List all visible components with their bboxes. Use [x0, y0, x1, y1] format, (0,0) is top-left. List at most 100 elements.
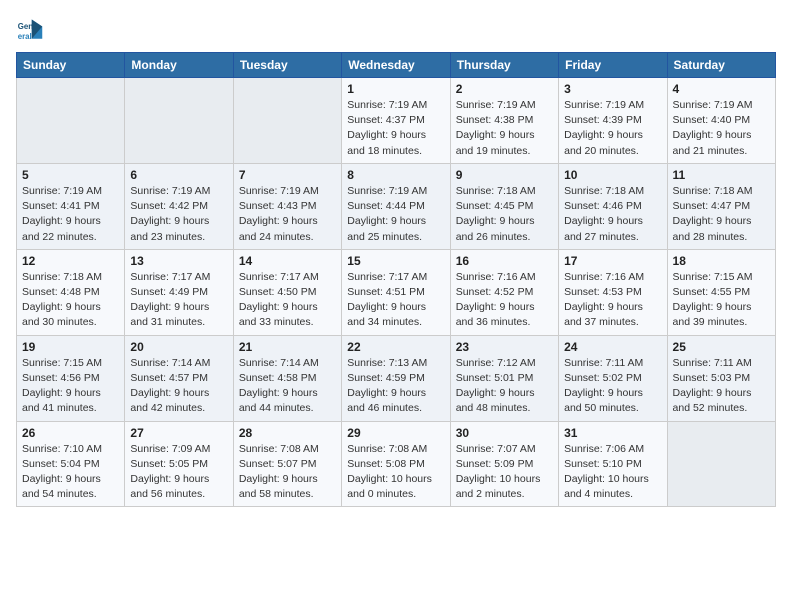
cell-info-text: Sunrise: 7:14 AMSunset: 4:58 PMDaylight:… [239, 356, 336, 417]
day-number: 7 [239, 168, 336, 182]
day-number: 4 [673, 82, 770, 96]
cell-info-text: Sunrise: 7:18 AMSunset: 4:46 PMDaylight:… [564, 184, 661, 245]
calendar-cell: 5 Sunrise: 7:19 AMSunset: 4:41 PMDaylight… [17, 163, 125, 249]
calendar-cell: 7Sunrise: 7:19 AMSunset: 4:43 PMDaylight… [233, 163, 341, 249]
calendar-cell: 6 Sunrise: 7:19 AMSunset: 4:42 PMDaylight… [125, 163, 233, 249]
day-number: 31 [564, 426, 661, 440]
calendar-cell [233, 78, 341, 164]
col-header-thursday: Thursday [450, 53, 558, 78]
cell-info-text: Sunrise: 7:14 AMSunset: 4:57 PMDaylight:… [130, 356, 227, 417]
cell-info-text: Sunrise: 7:17 AMSunset: 4:50 PMDaylight:… [239, 270, 336, 331]
svg-text:eral: eral [18, 32, 32, 41]
calendar-cell: 9 Sunrise: 7:18 AMSunset: 4:45 PMDaylight… [450, 163, 558, 249]
calendar-cell: 4 Sunrise: 7:19 AMSunset: 4:40 PMDaylight… [667, 78, 775, 164]
calendar-cell: 11 Sunrise: 7:18 AMSunset: 4:47 PMDayligh… [667, 163, 775, 249]
col-header-sunday: Sunday [17, 53, 125, 78]
day-number: 3 [564, 82, 661, 96]
col-header-wednesday: Wednesday [342, 53, 450, 78]
cell-info-text: Sunrise: 7:19 AMSunset: 4:42 PMDaylight:… [130, 184, 227, 245]
calendar-cell: 19Sunrise: 7:15 AMSunset: 4:56 PMDayligh… [17, 335, 125, 421]
day-number: 16 [456, 254, 553, 268]
col-header-friday: Friday [559, 53, 667, 78]
day-number: 24 [564, 340, 661, 354]
day-number: 15 [347, 254, 444, 268]
cell-info-text: Sunrise: 7:06 AMSunset: 5:10 PMDaylight:… [564, 442, 661, 503]
cell-info-text: Sunrise: 7:11 AMSunset: 5:02 PMDaylight:… [564, 356, 661, 417]
day-number: 12 [22, 254, 119, 268]
calendar-cell: 8 Sunrise: 7:19 AMSunset: 4:44 PMDaylight… [342, 163, 450, 249]
cell-info-text: Sunrise: 7:09 AMSunset: 5:05 PMDaylight:… [130, 442, 227, 503]
calendar-cell: 23Sunrise: 7:12 AMSunset: 5:01 PMDayligh… [450, 335, 558, 421]
calendar-cell: 28 Sunrise: 7:08 AMSunset: 5:07 PMDayligh… [233, 421, 341, 507]
calendar-cell: 13 Sunrise: 7:17 AMSunset: 4:49 PMDayligh… [125, 249, 233, 335]
svg-text:Gen: Gen [18, 22, 33, 31]
day-number: 21 [239, 340, 336, 354]
calendar-cell: 24 Sunrise: 7:11 AMSunset: 5:02 PMDayligh… [559, 335, 667, 421]
cell-info-text: Sunrise: 7:18 AMSunset: 4:45 PMDaylight:… [456, 184, 553, 245]
day-number: 26 [22, 426, 119, 440]
calendar-week-5: 26 Sunrise: 7:10 AMSunset: 5:04 PMDayligh… [17, 421, 776, 507]
col-header-tuesday: Tuesday [233, 53, 341, 78]
cell-info-text: Sunrise: 7:19 AMSunset: 4:41 PMDaylight:… [22, 184, 119, 245]
day-number: 5 [22, 168, 119, 182]
calendar-week-3: 12Sunrise: 7:18 AMSunset: 4:48 PMDayligh… [17, 249, 776, 335]
calendar-cell: 14 Sunrise: 7:17 AMSunset: 4:50 PMDayligh… [233, 249, 341, 335]
calendar-cell [667, 421, 775, 507]
col-header-saturday: Saturday [667, 53, 775, 78]
cell-info-text: Sunrise: 7:19 AMSunset: 4:40 PMDaylight:… [673, 98, 770, 159]
cell-info-text: Sunrise: 7:19 AMSunset: 4:39 PMDaylight:… [564, 98, 661, 159]
page: Gen eral SundayMondayTuesdayWednesdayThu… [0, 0, 792, 612]
calendar-cell: 29Sunrise: 7:08 AMSunset: 5:08 PMDayligh… [342, 421, 450, 507]
day-number: 14 [239, 254, 336, 268]
col-header-monday: Monday [125, 53, 233, 78]
day-number: 25 [673, 340, 770, 354]
day-number: 10 [564, 168, 661, 182]
cell-info-text: Sunrise: 7:16 AMSunset: 4:52 PMDaylight:… [456, 270, 553, 331]
cell-info-text: Sunrise: 7:08 AMSunset: 5:07 PMDaylight:… [239, 442, 336, 503]
calendar-week-4: 19Sunrise: 7:15 AMSunset: 4:56 PMDayligh… [17, 335, 776, 421]
calendar-cell [17, 78, 125, 164]
day-number: 19 [22, 340, 119, 354]
calendar-week-1: 1Sunrise: 7:19 AMSunset: 4:37 PMDaylight… [17, 78, 776, 164]
day-number: 22 [347, 340, 444, 354]
day-number: 27 [130, 426, 227, 440]
cell-info-text: Sunrise: 7:07 AMSunset: 5:09 PMDaylight:… [456, 442, 553, 503]
day-number: 8 [347, 168, 444, 182]
logo-icon: Gen eral [16, 16, 44, 44]
calendar-cell: 25 Sunrise: 7:11 AMSunset: 5:03 PMDayligh… [667, 335, 775, 421]
calendar-header-row: SundayMondayTuesdayWednesdayThursdayFrid… [17, 53, 776, 78]
cell-info-text: Sunrise: 7:19 AMSunset: 4:37 PMDaylight:… [347, 98, 444, 159]
day-number: 13 [130, 254, 227, 268]
calendar-cell: 2 Sunrise: 7:19 AMSunset: 4:38 PMDaylight… [450, 78, 558, 164]
day-number: 17 [564, 254, 661, 268]
cell-info-text: Sunrise: 7:12 AMSunset: 5:01 PMDaylight:… [456, 356, 553, 417]
cell-info-text: Sunrise: 7:19 AMSunset: 4:44 PMDaylight:… [347, 184, 444, 245]
day-number: 28 [239, 426, 336, 440]
calendar-cell: 30Sunrise: 7:07 AMSunset: 5:09 PMDayligh… [450, 421, 558, 507]
calendar-cell: 27 Sunrise: 7:09 AMSunset: 5:05 PMDayligh… [125, 421, 233, 507]
cell-info-text: Sunrise: 7:19 AMSunset: 4:38 PMDaylight:… [456, 98, 553, 159]
calendar-cell: 17 Sunrise: 7:16 AMSunset: 4:53 PMDayligh… [559, 249, 667, 335]
cell-info-text: Sunrise: 7:10 AMSunset: 5:04 PMDaylight:… [22, 442, 119, 503]
calendar-cell: 15 Sunrise: 7:17 AMSunset: 4:51 PMDayligh… [342, 249, 450, 335]
calendar-cell: 12Sunrise: 7:18 AMSunset: 4:48 PMDayligh… [17, 249, 125, 335]
cell-info-text: Sunrise: 7:16 AMSunset: 4:53 PMDaylight:… [564, 270, 661, 331]
day-number: 6 [130, 168, 227, 182]
calendar-cell: 20 Sunrise: 7:14 AMSunset: 4:57 PMDayligh… [125, 335, 233, 421]
cell-info-text: Sunrise: 7:18 AMSunset: 4:47 PMDaylight:… [673, 184, 770, 245]
day-number: 18 [673, 254, 770, 268]
cell-info-text: Sunrise: 7:17 AMSunset: 4:49 PMDaylight:… [130, 270, 227, 331]
day-number: 9 [456, 168, 553, 182]
calendar-week-2: 5 Sunrise: 7:19 AMSunset: 4:41 PMDaylight… [17, 163, 776, 249]
cell-info-text: Sunrise: 7:15 AMSunset: 4:55 PMDaylight:… [673, 270, 770, 331]
day-number: 20 [130, 340, 227, 354]
cell-info-text: Sunrise: 7:17 AMSunset: 4:51 PMDaylight:… [347, 270, 444, 331]
day-number: 2 [456, 82, 553, 96]
cell-info-text: Sunrise: 7:11 AMSunset: 5:03 PMDaylight:… [673, 356, 770, 417]
calendar-cell: 21 Sunrise: 7:14 AMSunset: 4:58 PMDayligh… [233, 335, 341, 421]
day-number: 11 [673, 168, 770, 182]
calendar-cell: 22 Sunrise: 7:13 AMSunset: 4:59 PMDayligh… [342, 335, 450, 421]
cell-info-text: Sunrise: 7:13 AMSunset: 4:59 PMDaylight:… [347, 356, 444, 417]
calendar-cell: 26 Sunrise: 7:10 AMSunset: 5:04 PMDayligh… [17, 421, 125, 507]
calendar-cell [125, 78, 233, 164]
